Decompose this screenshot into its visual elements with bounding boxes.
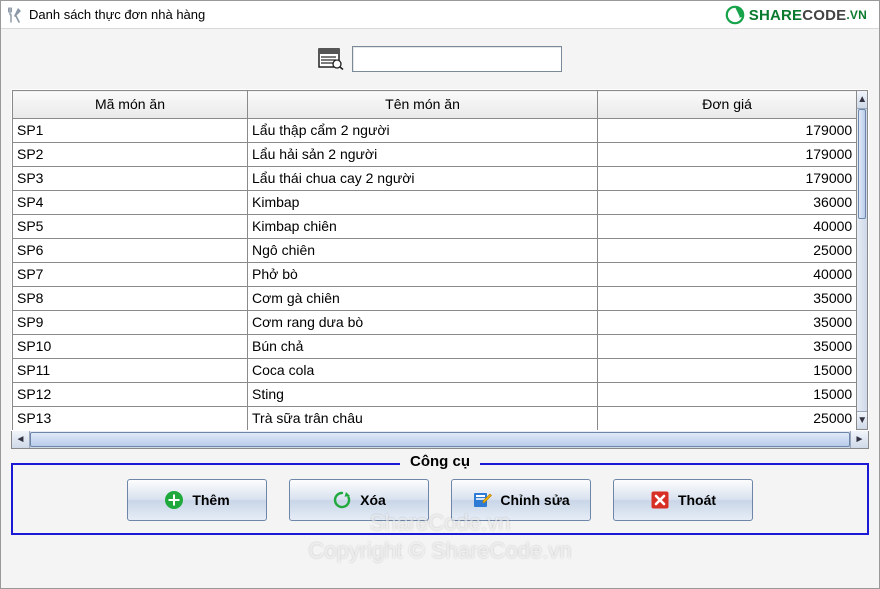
cell-code[interactable]: SP8 — [13, 287, 248, 311]
table-row[interactable]: SP4Kimbap36000 — [13, 191, 857, 215]
search-row — [1, 29, 879, 89]
cell-code[interactable]: SP3 — [13, 167, 248, 191]
cell-name[interactable]: Kimbap — [248, 191, 598, 215]
logo-text-code: CODE — [802, 7, 846, 24]
table-row[interactable]: SP3Lẩu thái chua cay 2 người179000 — [13, 167, 857, 191]
window-title: Danh sách thực đơn nhà hàng — [29, 7, 205, 22]
table-row[interactable]: SP11Coca cola15000 — [13, 359, 857, 383]
tools-legend: Công cụ — [400, 453, 480, 470]
scroll-left-arrow-icon[interactable]: ◄ — [12, 431, 30, 448]
close-square-icon — [650, 490, 670, 510]
scroll-right-arrow-icon[interactable]: ► — [850, 431, 868, 448]
scroll-down-arrow-icon[interactable]: ▼ — [857, 411, 867, 429]
cell-name[interactable]: Lẩu thái chua cay 2 người — [248, 167, 598, 191]
cell-code[interactable]: SP6 — [13, 239, 248, 263]
list-search-icon — [318, 48, 344, 70]
cell-code[interactable]: SP1 — [13, 119, 248, 143]
cell-price[interactable]: 15000 — [598, 359, 857, 383]
scroll-up-arrow-icon[interactable]: ▲ — [857, 91, 867, 109]
cell-code[interactable]: SP9 — [13, 311, 248, 335]
cell-price[interactable]: 35000 — [598, 287, 857, 311]
cell-price[interactable]: 25000 — [598, 407, 857, 431]
tools-groupbox: Công cụ Thêm Xóa — [11, 463, 869, 535]
delete-button[interactable]: Xóa — [289, 479, 429, 521]
refresh-icon — [332, 490, 352, 510]
cell-code[interactable]: SP10 — [13, 335, 248, 359]
cell-price[interactable]: 179000 — [598, 119, 857, 143]
cell-price[interactable]: 40000 — [598, 263, 857, 287]
cell-code[interactable]: SP2 — [13, 143, 248, 167]
vertical-scrollbar[interactable]: ▲ ▼ — [856, 90, 868, 430]
search-input[interactable] — [352, 46, 562, 72]
logo-text-vn: .VN — [846, 8, 867, 22]
plus-circle-icon — [164, 490, 184, 510]
cell-price[interactable]: 179000 — [598, 167, 857, 191]
logo-text-share: SHARE — [749, 7, 803, 24]
table-row[interactable]: SP5Kimbap chiên40000 — [13, 215, 857, 239]
edit-button-label: Chỉnh sửa — [500, 492, 569, 508]
col-header-name[interactable]: Tên món ăn — [248, 91, 598, 119]
hscroll-track[interactable] — [30, 431, 850, 448]
cell-name[interactable]: Ngô chiên — [248, 239, 598, 263]
cell-code[interactable]: SP12 — [13, 383, 248, 407]
cell-price[interactable]: 35000 — [598, 335, 857, 359]
cell-name[interactable]: Trà sữa trân châu — [248, 407, 598, 431]
scroll-thumb[interactable] — [858, 109, 866, 219]
cell-price[interactable]: 40000 — [598, 215, 857, 239]
cell-price[interactable]: 179000 — [598, 143, 857, 167]
table-row[interactable]: SP7Phở bò40000 — [13, 263, 857, 287]
cell-name[interactable]: Bún chả — [248, 335, 598, 359]
delete-button-label: Xóa — [360, 492, 386, 508]
cell-code[interactable]: SP5 — [13, 215, 248, 239]
horizontal-scrollbar[interactable]: ◄ ► — [11, 431, 869, 449]
table-row[interactable]: SP9Cơm rang dưa bò35000 — [13, 311, 857, 335]
cell-name[interactable]: Lẩu thập cẩm 2 người — [248, 119, 598, 143]
cell-name[interactable]: Lẩu hải sản 2 người — [248, 143, 598, 167]
watermark-logo: SHARECODE.VN — [725, 5, 867, 25]
table-row[interactable]: SP8Cơm gà chiên35000 — [13, 287, 857, 311]
cell-name[interactable]: Coca cola — [248, 359, 598, 383]
table-row[interactable]: SP2Lẩu hải sản 2 người179000 — [13, 143, 857, 167]
cell-code[interactable]: SP4 — [13, 191, 248, 215]
cell-code[interactable]: SP7 — [13, 263, 248, 287]
exit-button[interactable]: Thoát — [613, 479, 753, 521]
table-row[interactable]: SP13Trà sữa trân châu25000 — [13, 407, 857, 431]
utensils-icon — [7, 7, 23, 23]
cell-price[interactable]: 15000 — [598, 383, 857, 407]
cell-code[interactable]: SP11 — [13, 359, 248, 383]
app-window: Danh sách thực đơn nhà hàng SHARECODE.VN — [0, 0, 880, 589]
table-row[interactable]: SP12Sting15000 — [13, 383, 857, 407]
cell-code[interactable]: SP13 — [13, 407, 248, 431]
table-row[interactable]: SP6Ngô chiên25000 — [13, 239, 857, 263]
table-row[interactable]: SP1Lẩu thập cẩm 2 người179000 — [13, 119, 857, 143]
hscroll-thumb[interactable] — [30, 432, 850, 447]
table-row[interactable]: SP10Bún chả35000 — [13, 335, 857, 359]
cell-name[interactable]: Cơm gà chiên — [248, 287, 598, 311]
add-button-label: Thêm — [192, 492, 229, 508]
menu-table: Mã món ăn Tên món ăn Đơn giá SP1Lẩu thập… — [11, 89, 869, 431]
cell-name[interactable]: Cơm rang dưa bò — [248, 311, 598, 335]
scroll-track[interactable] — [857, 109, 867, 411]
table-header-row: Mã món ăn Tên món ăn Đơn giá — [13, 91, 857, 119]
edit-note-icon — [472, 490, 492, 510]
exit-button-label: Thoát — [678, 492, 716, 508]
cell-name[interactable]: Kimbap chiên — [248, 215, 598, 239]
col-header-code[interactable]: Mã món ăn — [13, 91, 248, 119]
cell-price[interactable]: 35000 — [598, 311, 857, 335]
watermark-line-2: Copyright © ShareCode.vn — [308, 538, 571, 564]
col-header-price[interactable]: Đơn giá — [598, 91, 857, 119]
cell-name[interactable]: Sting — [248, 383, 598, 407]
cell-price[interactable]: 25000 — [598, 239, 857, 263]
add-button[interactable]: Thêm — [127, 479, 267, 521]
cell-name[interactable]: Phở bò — [248, 263, 598, 287]
edit-button[interactable]: Chỉnh sửa — [451, 479, 591, 521]
cell-price[interactable]: 36000 — [598, 191, 857, 215]
